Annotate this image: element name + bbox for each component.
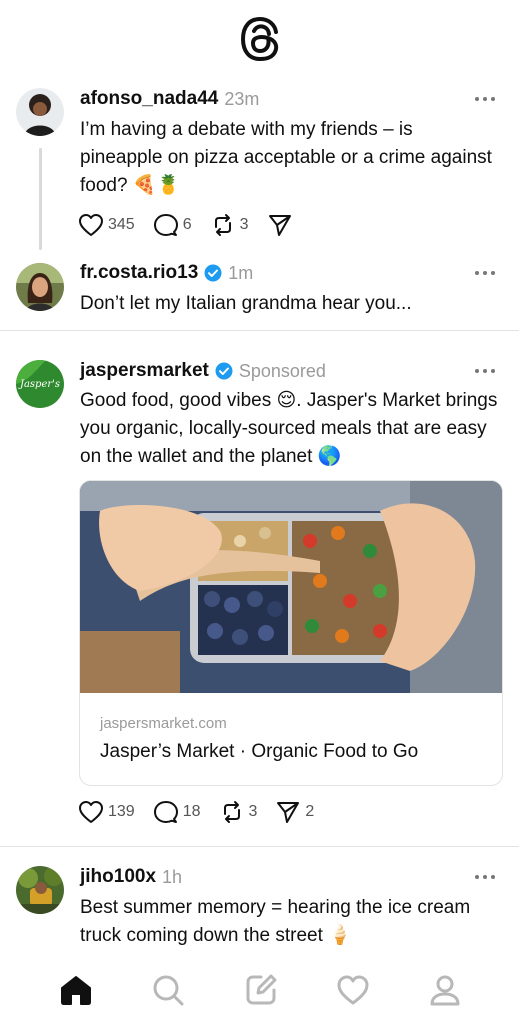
timestamp: 23m: [224, 88, 260, 109]
divider: [0, 846, 519, 847]
tab-activity[interactable]: [335, 972, 371, 1008]
comment-icon: [153, 801, 178, 823]
repost-button[interactable]: 3: [210, 213, 249, 237]
avatar[interactable]: Jasper's: [16, 360, 64, 408]
post-text: I’m having a debate with my friends – is…: [80, 119, 492, 196]
reply-count: 6: [182, 216, 192, 233]
post-header: jiho100x 1h: [80, 866, 182, 888]
timestamp: 1h: [162, 866, 183, 887]
activity-heart-icon: [337, 975, 369, 1005]
share-button[interactable]: [267, 213, 293, 237]
link-domain: jaspersmarket.com: [100, 715, 227, 732]
repost-button[interactable]: 3: [219, 800, 258, 824]
username[interactable]: jaspersmarket: [80, 360, 209, 382]
tab-profile[interactable]: [427, 972, 463, 1008]
link-preview-card[interactable]: jaspersmarket.com Jasper’s Market · Orga…: [79, 480, 503, 786]
post-header: fr.costa.rio13 1m: [80, 262, 253, 284]
post-header: afonso_nada44 23m: [80, 88, 259, 110]
post-header: jaspersmarket Sponsored: [80, 360, 326, 382]
timestamp: 1m: [228, 262, 254, 283]
food-photo: [80, 481, 502, 693]
like-count: 345: [108, 216, 135, 233]
thread-line: [39, 148, 42, 250]
brand-logo-text: Jasper's: [18, 379, 60, 390]
profile-icon: [430, 975, 460, 1006]
share-button[interactable]: 2: [275, 800, 314, 824]
avatar[interactable]: [16, 88, 64, 136]
tab-home[interactable]: [58, 972, 94, 1008]
share-count: 2: [305, 803, 315, 820]
repost-icon: [214, 214, 231, 236]
avatar[interactable]: [16, 866, 64, 914]
more-options-icon[interactable]: [474, 366, 496, 376]
more-options-icon[interactable]: [474, 268, 496, 278]
more-options-icon[interactable]: [474, 94, 496, 104]
tab-search[interactable]: [150, 972, 186, 1008]
post-text: Best summer memory = hearing the ice cre…: [80, 897, 471, 946]
post-actions: 345 6 3: [78, 213, 311, 237]
username[interactable]: fr.costa.rio13: [80, 262, 198, 284]
verified-badge-icon: [215, 362, 233, 380]
like-count: 139: [108, 803, 135, 820]
sponsored-label: Sponsored: [238, 360, 326, 381]
repost-count: 3: [239, 216, 249, 233]
send-icon: [268, 215, 291, 236]
comment-icon: [153, 214, 178, 236]
link-title: Jasper’s Market · Organic Food to Go: [100, 741, 419, 762]
repost-icon: [223, 801, 240, 823]
home-icon: [61, 976, 91, 1005]
divider: [0, 330, 519, 331]
repost-count: 3: [248, 803, 258, 820]
send-icon: [277, 802, 300, 823]
compose-icon: [246, 974, 277, 1005]
username[interactable]: jiho100x: [80, 866, 156, 888]
post-text: Good food, good vibes 😌. Jasper's Market…: [80, 390, 498, 467]
like-button[interactable]: 345: [78, 213, 135, 237]
heart-icon: [79, 214, 103, 236]
search-icon: [153, 975, 184, 1006]
reply-button[interactable]: 6: [153, 213, 192, 237]
bottom-tab-bar: [0, 960, 519, 1023]
tab-compose[interactable]: [243, 972, 279, 1008]
threads-logo-icon[interactable]: [240, 16, 280, 62]
reply-count: 18: [182, 803, 201, 820]
post-actions: 139 18 3 2: [78, 800, 332, 824]
username[interactable]: afonso_nada44: [80, 88, 218, 110]
more-options-icon[interactable]: [474, 872, 496, 882]
heart-icon: [79, 801, 103, 823]
post-text: Don’t let my Italian grandma hear you...: [80, 293, 412, 314]
avatar[interactable]: [16, 263, 64, 311]
reply-button[interactable]: 18: [153, 800, 201, 824]
verified-badge-icon: [204, 264, 222, 282]
like-button[interactable]: 139: [78, 800, 135, 824]
